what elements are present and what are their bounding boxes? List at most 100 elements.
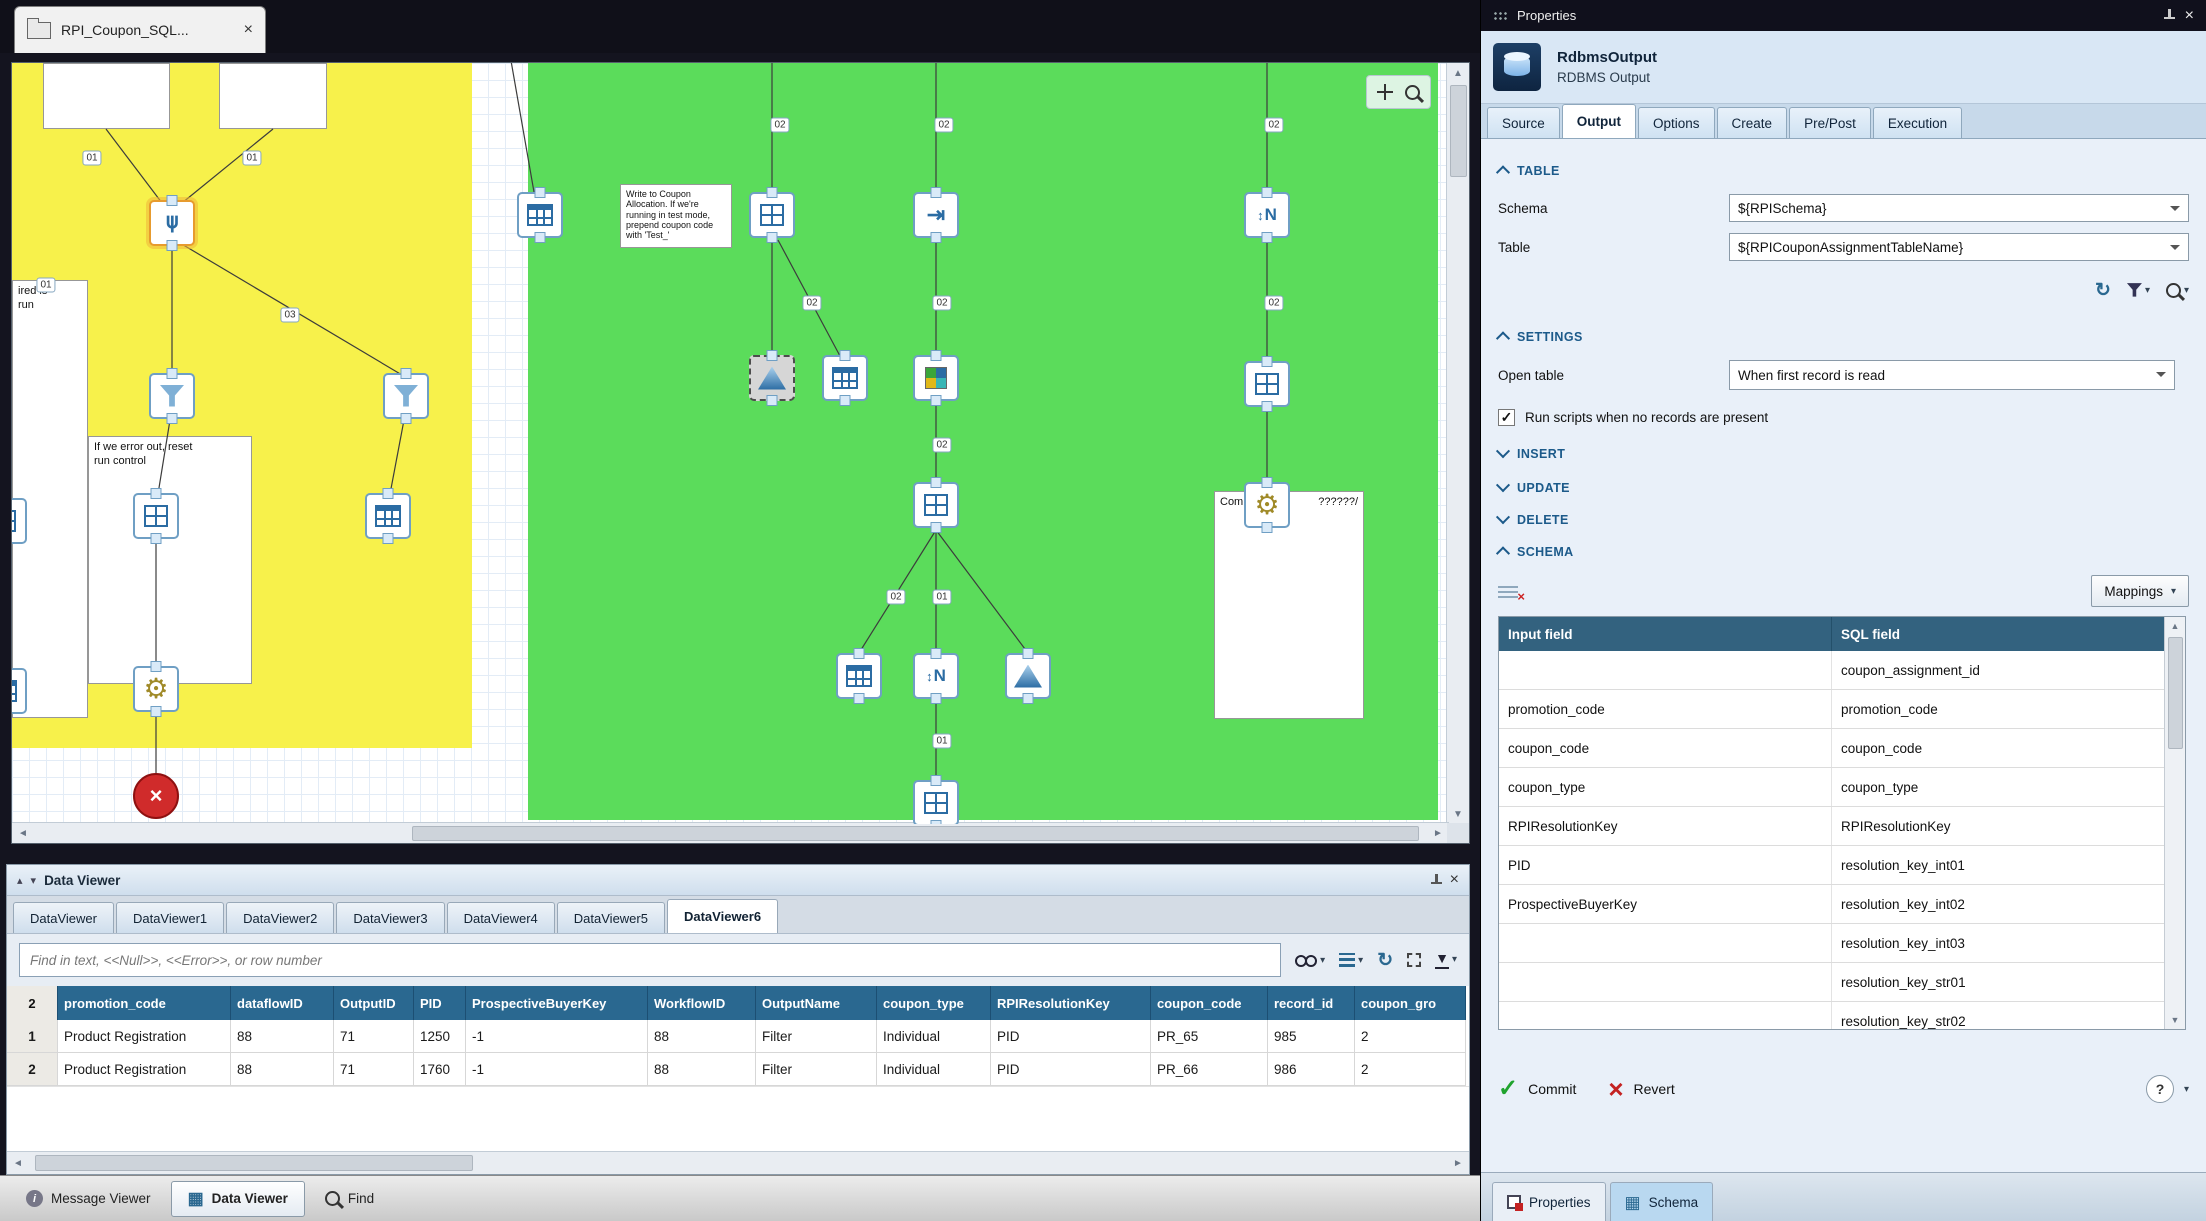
section-delete[interactable]: DELETE: [1498, 513, 2189, 527]
statusbar-tab-find[interactable]: Find: [309, 1182, 390, 1216]
column-header[interactable]: ProspectiveBuyerKey: [466, 986, 648, 1020]
column-header[interactable]: coupon_gro: [1355, 986, 1466, 1020]
bottom-tab-properties[interactable]: Properties: [1492, 1182, 1606, 1221]
canvas-note[interactable]: [219, 63, 327, 129]
fit-columns-button[interactable]: [1407, 953, 1421, 967]
mapping-sql-cell[interactable]: resolution_key_str02: [1832, 1002, 2165, 1030]
mapping-row[interactable]: coupon_typecoupon_type: [1499, 768, 2185, 807]
dataviewer-tab-dataviewer4[interactable]: DataViewer4: [447, 902, 555, 933]
table-node[interactable]: [12, 668, 27, 714]
dataviewer-tab-dataviewer3[interactable]: DataViewer3: [336, 902, 444, 933]
tab-output[interactable]: Output: [1562, 104, 1636, 138]
table-node[interactable]: [365, 493, 411, 539]
scroll-right-icon[interactable]: ►: [1430, 823, 1446, 843]
sort-node[interactable]: ↕N: [913, 653, 959, 699]
collapse-up-icon[interactable]: ▴: [17, 874, 23, 887]
column-header[interactable]: RPIResolutionKey: [991, 986, 1151, 1020]
tab-options[interactable]: Options: [1638, 107, 1715, 138]
scroll-up-icon[interactable]: ▲: [2165, 619, 2185, 633]
combine-node[interactable]: [913, 482, 959, 528]
column-header[interactable]: record_id: [1268, 986, 1355, 1020]
gear-node[interactable]: ⚙: [1244, 482, 1290, 528]
mapping-input-cell[interactable]: PID: [1499, 846, 1832, 884]
browse-button[interactable]: ▾: [2166, 283, 2189, 298]
section-schema[interactable]: SCHEMA: [1498, 545, 2189, 559]
combine-node[interactable]: [913, 780, 959, 824]
scroll-left-icon[interactable]: ◄: [10, 1152, 26, 1174]
tab-pre-post[interactable]: Pre/Post: [1789, 107, 1871, 138]
column-header[interactable]: promotion_code: [58, 986, 231, 1020]
refresh-button[interactable]: ↻: [2095, 281, 2111, 300]
table-node[interactable]: [822, 355, 868, 401]
mapping-input-cell[interactable]: RPIResolutionKey: [1499, 807, 1832, 845]
search-input[interactable]: [19, 943, 1281, 977]
scroll-left-icon[interactable]: ◄: [15, 823, 31, 843]
sort-node[interactable]: ↕N: [1244, 192, 1290, 238]
column-header[interactable]: coupon_type: [877, 986, 991, 1020]
pan-icon[interactable]: [1377, 84, 1393, 100]
revert-button[interactable]: Revert: [1634, 1081, 1675, 1097]
run-scripts-checkbox[interactable]: ✓: [1498, 409, 1515, 426]
mapping-sql-cell[interactable]: resolution_key_int02: [1832, 885, 2165, 923]
export-button[interactable]: ▼ ▾: [1435, 951, 1457, 968]
mapping-input-cell[interactable]: [1499, 963, 1832, 1001]
help-button[interactable]: ?: [2146, 1075, 2174, 1103]
tab-create[interactable]: Create: [1717, 107, 1788, 138]
column-header[interactable]: coupon_code: [1151, 986, 1268, 1020]
mapping-row[interactable]: resolution_key_str01: [1499, 963, 2185, 1002]
clear-mappings-icon[interactable]: [1498, 584, 1518, 598]
mapping-input-cell[interactable]: [1499, 924, 1832, 962]
tab-execution[interactable]: Execution: [1873, 107, 1962, 138]
find-options-button[interactable]: ▾: [1295, 954, 1325, 967]
pin-icon[interactable]: [1429, 874, 1442, 887]
close-icon[interactable]: ×: [244, 22, 253, 38]
table-node[interactable]: [836, 653, 882, 699]
mapping-sql-cell[interactable]: coupon_code: [1832, 729, 2165, 767]
scroll-down-icon[interactable]: ▼: [2165, 1013, 2185, 1027]
mapping-sql-cell[interactable]: promotion_code: [1832, 690, 2165, 728]
canvas-horizontal-scrollbar[interactable]: ◄ ►: [12, 822, 1449, 843]
close-icon[interactable]: ×: [1450, 872, 1459, 888]
mapping-sql-cell[interactable]: RPIResolutionKey: [1832, 807, 2165, 845]
split-node[interactable]: ⋔: [149, 200, 195, 246]
collapse-down-icon[interactable]: ▾: [31, 874, 37, 887]
column-header[interactable]: OutputID: [334, 986, 414, 1020]
schema-dropdown[interactable]: ${RPISchema}: [1729, 194, 2189, 222]
combine-node[interactable]: [1244, 361, 1290, 407]
error-node[interactable]: ×: [133, 773, 179, 819]
mapping-row[interactable]: PIDresolution_key_int01: [1499, 846, 2185, 885]
funnel-node[interactable]: [383, 373, 429, 419]
mapping-sql-cell[interactable]: coupon_assignment_id: [1832, 651, 2165, 689]
column-chooser-button[interactable]: ▾: [1339, 953, 1363, 967]
chevron-down-icon[interactable]: ▾: [2184, 1084, 2189, 1095]
mapping-row[interactable]: RPIResolutionKeyRPIResolutionKey: [1499, 807, 2185, 846]
colorsort-node[interactable]: [913, 355, 959, 401]
mapping-row[interactable]: promotion_codepromotion_code: [1499, 690, 2185, 729]
funnel-node[interactable]: [149, 373, 195, 419]
table-horizontal-scrollbar[interactable]: ◄ ►: [7, 1151, 1469, 1174]
pin-icon[interactable]: [2162, 9, 2175, 22]
table-node[interactable]: [517, 192, 563, 238]
filter-button[interactable]: ▾: [2127, 283, 2150, 298]
mapping-table-scrollbar[interactable]: ▲ ▼: [2164, 617, 2185, 1029]
combine-node[interactable]: [133, 493, 179, 539]
mapping-input-cell[interactable]: ProspectiveBuyerKey: [1499, 885, 1832, 923]
section-table[interactable]: TABLE: [1498, 164, 2189, 178]
dataviewer-tab-dataviewer2[interactable]: DataViewer2: [226, 902, 334, 933]
mapping-input-cell[interactable]: coupon_code: [1499, 729, 1832, 767]
section-update[interactable]: UPDATE: [1498, 481, 2189, 495]
delta-node[interactable]: [1005, 653, 1051, 699]
scrollbar-thumb[interactable]: [2168, 637, 2183, 749]
canvas-note[interactable]: Write to Coupon Allocation. If we're run…: [620, 184, 732, 248]
mapping-input-cell[interactable]: coupon_type: [1499, 768, 1832, 806]
delta-node[interactable]: [749, 355, 795, 401]
dataviewer-tab-dataviewer[interactable]: DataViewer: [13, 902, 114, 933]
dataviewer-tab-dataviewer5[interactable]: DataViewer5: [557, 902, 665, 933]
commit-button[interactable]: Commit: [1528, 1081, 1576, 1097]
document-tab[interactable]: RPI_Coupon_SQL... ×: [14, 6, 266, 53]
column-header[interactable]: PID: [414, 986, 466, 1020]
mapping-sql-cell[interactable]: resolution_key_str01: [1832, 963, 2165, 1001]
canvas-note[interactable]: [43, 63, 170, 129]
scrollbar-thumb[interactable]: [412, 826, 1419, 841]
zoom-icon[interactable]: [1405, 85, 1420, 100]
